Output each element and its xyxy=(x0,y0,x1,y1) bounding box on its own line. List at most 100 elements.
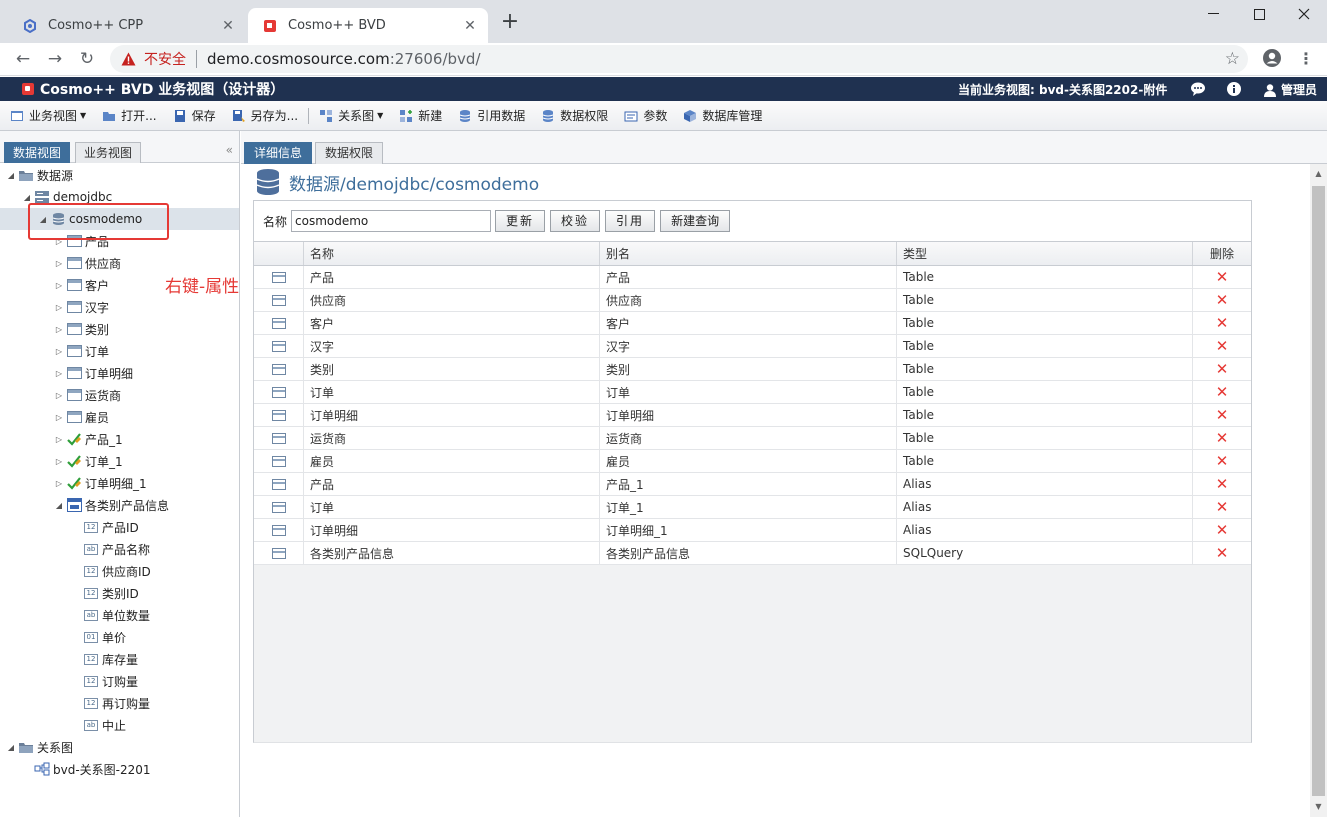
tree-node[interactable]: ◢ 各类别产品信息 xyxy=(0,494,239,516)
table-row[interactable]: 订单 订单 Table ✕ xyxy=(254,381,1251,404)
delete-icon[interactable]: ✕ xyxy=(1216,384,1229,400)
tree-node[interactable]: ▷ 供应商 xyxy=(0,252,239,274)
save-as-button[interactable]: 另存为... xyxy=(232,107,298,124)
new-tab-icon[interactable]: + xyxy=(498,11,522,35)
more-menu-icon[interactable]: ⋮ xyxy=(1296,49,1316,69)
delete-icon[interactable]: ✕ xyxy=(1216,453,1229,469)
tree-node[interactable]: ab 单位数量 xyxy=(0,604,239,626)
table-row[interactable]: 客户 客户 Table ✕ xyxy=(254,312,1251,335)
tree-node[interactable]: ab 中止 xyxy=(0,714,239,736)
collapse-arrow-icon[interactable]: ▷ xyxy=(54,435,64,444)
tree-node[interactable]: ▷ 订单_1 xyxy=(0,450,239,472)
table-row[interactable]: 产品 产品 Table ✕ xyxy=(254,266,1251,289)
close-icon[interactable]: ✕ xyxy=(220,18,236,34)
business-view-menu-button[interactable]: 业务视图 ▼ xyxy=(10,107,86,124)
account-icon[interactable] xyxy=(1262,48,1284,70)
tree-node[interactable]: 01 单价 xyxy=(0,626,239,648)
save-button[interactable]: 保存 xyxy=(173,107,216,124)
vertical-scrollbar[interactable]: ▲ ▼ xyxy=(1310,164,1327,817)
table-row[interactable]: 各类别产品信息 各类别产品信息 SQLQuery ✕ xyxy=(254,542,1251,565)
minimize-icon[interactable] xyxy=(1190,0,1236,28)
reload-icon[interactable]: ↻ xyxy=(74,46,100,72)
browser-tab-cpp[interactable]: Cosmo++ CPP ✕ xyxy=(8,8,246,43)
tree-node[interactable]: 12 再订购量 xyxy=(0,692,239,714)
back-icon[interactable]: ← xyxy=(10,46,36,72)
table-row[interactable]: 类别 类别 Table ✕ xyxy=(254,358,1251,381)
tree-node[interactable]: 12 订购量 xyxy=(0,670,239,692)
column-header-name[interactable]: 名称 xyxy=(303,242,599,265)
delete-icon[interactable]: ✕ xyxy=(1216,338,1229,354)
window-close-icon[interactable] xyxy=(1281,0,1327,28)
validate-button[interactable]: 校验 xyxy=(550,210,601,232)
tree-node[interactable]: 12 产品ID xyxy=(0,516,239,538)
collapse-arrow-icon[interactable]: ▷ xyxy=(54,281,64,290)
delete-icon[interactable]: ✕ xyxy=(1216,269,1229,285)
scrollbar-thumb[interactable] xyxy=(1312,186,1325,796)
collapse-arrow-icon[interactable]: ▷ xyxy=(54,391,64,400)
name-input[interactable] xyxy=(291,210,492,232)
tab-details[interactable]: 详细信息 xyxy=(244,142,313,164)
user-menu[interactable]: 管理员 xyxy=(1263,81,1317,98)
reference-button[interactable]: 引用 xyxy=(605,210,656,232)
delete-icon[interactable]: ✕ xyxy=(1216,315,1229,331)
expand-arrow-icon[interactable]: ◢ xyxy=(22,193,32,202)
tree-node[interactable]: ▷ 产品_1 xyxy=(0,428,239,450)
bookmark-star-icon[interactable]: ☆ xyxy=(1225,49,1240,69)
column-header-alias[interactable]: 别名 xyxy=(599,242,896,265)
delete-icon[interactable]: ✕ xyxy=(1216,361,1229,377)
delete-icon[interactable]: ✕ xyxy=(1216,292,1229,308)
open-button[interactable]: 打开... xyxy=(102,107,157,124)
delete-icon[interactable]: ✕ xyxy=(1216,522,1229,538)
scroll-down-icon[interactable]: ▼ xyxy=(1310,799,1327,815)
tree-node[interactable]: ▷ 雇员 xyxy=(0,406,239,428)
tree-node[interactable]: ▷ 类别 xyxy=(0,318,239,340)
expand-arrow-icon[interactable]: ◢ xyxy=(6,171,16,180)
tab-data-view[interactable]: 数据视图 xyxy=(4,142,71,163)
forward-icon[interactable]: → xyxy=(42,46,68,72)
browser-tab-bvd[interactable]: Cosmo++ BVD ✕ xyxy=(248,8,488,43)
collapse-arrow-icon[interactable]: ▷ xyxy=(54,369,64,378)
expand-arrow-icon[interactable]: ◢ xyxy=(6,743,16,752)
update-button[interactable]: 更新 xyxy=(495,210,546,232)
close-icon[interactable]: ✕ xyxy=(462,18,478,34)
collapse-arrow-icon[interactable]: ▷ xyxy=(54,303,64,312)
tree-node[interactable]: 12 类别ID xyxy=(0,582,239,604)
table-row[interactable]: 订单明细 订单明细_1 Alias ✕ xyxy=(254,519,1251,542)
data-permission-button[interactable]: 数据权限 xyxy=(541,107,608,124)
new-button[interactable]: 新建 xyxy=(399,107,442,124)
reference-data-button[interactable]: 引用数据 xyxy=(458,107,525,124)
delete-icon[interactable]: ✕ xyxy=(1216,499,1229,515)
collapse-arrow-icon[interactable]: ▷ xyxy=(54,457,64,466)
tree-node[interactable]: ▷ 汉字 xyxy=(0,296,239,318)
chat-icon[interactable] xyxy=(1190,81,1206,97)
tree-node[interactable]: 12 库存量 xyxy=(0,648,239,670)
tree-node[interactable]: ab 产品名称 xyxy=(0,538,239,560)
diagram-menu-button[interactable]: 关系图 ▼ xyxy=(319,107,383,124)
collapse-panel-icon[interactable]: « xyxy=(226,143,233,157)
expand-arrow-icon[interactable]: ◢ xyxy=(54,501,64,510)
collapse-arrow-icon[interactable]: ▷ xyxy=(54,347,64,356)
tree-node[interactable]: 12 供应商ID xyxy=(0,560,239,582)
table-row[interactable]: 产品 产品_1 Alias ✕ xyxy=(254,473,1251,496)
delete-icon[interactable]: ✕ xyxy=(1216,476,1229,492)
tree-node[interactable]: ▷ 订单 xyxy=(0,340,239,362)
column-header-type[interactable]: 类型 xyxy=(896,242,1192,265)
params-button[interactable]: 参数 xyxy=(624,107,667,124)
info-icon[interactable] xyxy=(1226,81,1242,97)
delete-icon[interactable]: ✕ xyxy=(1216,545,1229,561)
tree-node[interactable]: ◢ 关系图 xyxy=(0,736,239,758)
scroll-up-icon[interactable]: ▲ xyxy=(1310,166,1327,182)
table-row[interactable]: 雇员 雇员 Table ✕ xyxy=(254,450,1251,473)
tree-node[interactable]: ▷ 订单明细 xyxy=(0,362,239,384)
delete-icon[interactable]: ✕ xyxy=(1216,430,1229,446)
collapse-arrow-icon[interactable]: ▷ xyxy=(54,479,64,488)
tree-node[interactable]: ▷ 运货商 xyxy=(0,384,239,406)
maximize-icon[interactable] xyxy=(1236,0,1282,28)
tree-node[interactable]: ▷ 订单明细_1 xyxy=(0,472,239,494)
db-manage-button[interactable]: 数据库管理 xyxy=(683,107,762,124)
table-row[interactable]: 订单明细 订单明细 Table ✕ xyxy=(254,404,1251,427)
new-query-button[interactable]: 新建查询 xyxy=(660,210,731,232)
tree-node[interactable]: bvd-关系图-2201 xyxy=(0,758,239,780)
collapse-arrow-icon[interactable]: ▷ xyxy=(54,325,64,334)
tree-node[interactable]: ◢ 数据源 xyxy=(0,164,239,186)
